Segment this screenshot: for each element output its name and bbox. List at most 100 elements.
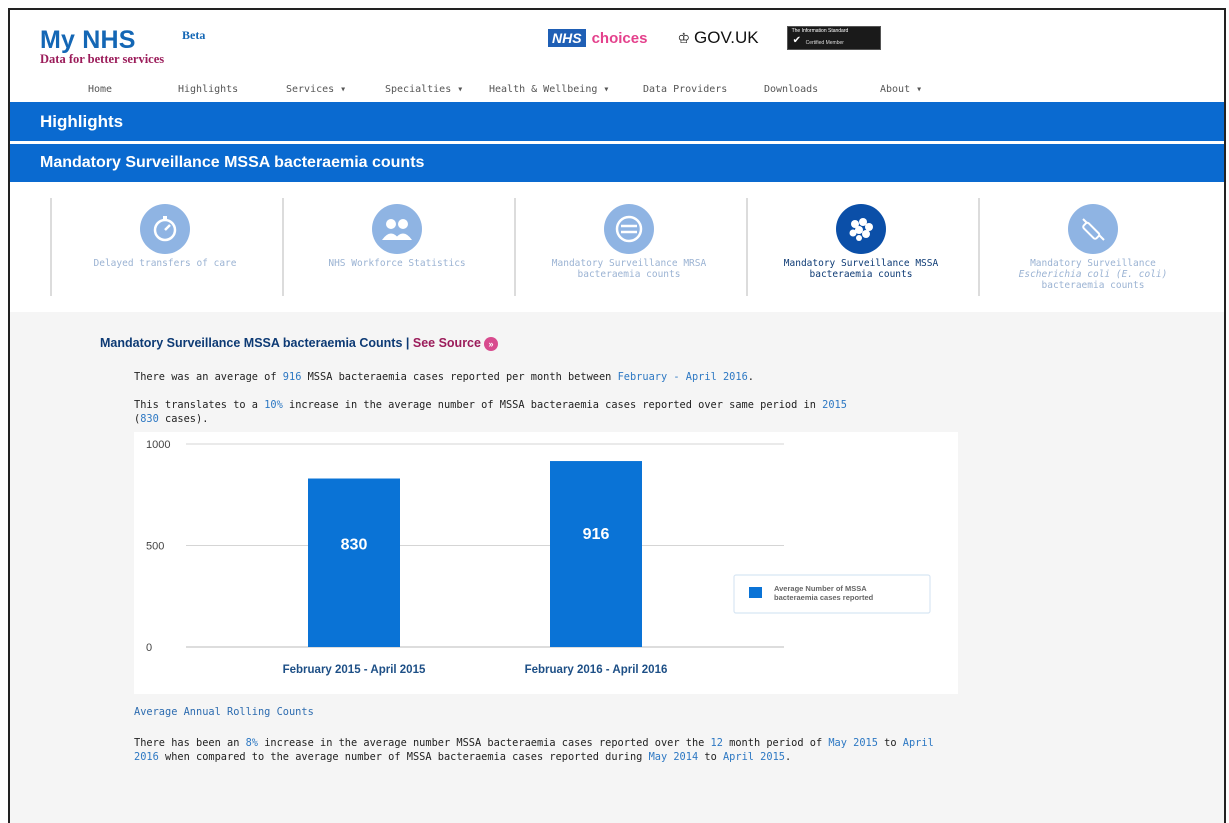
capsule-glyph [615,215,643,243]
value-percent: 10% [264,399,283,411]
govuk-label: GOV.UK [694,28,759,47]
data-label: 916 [583,526,610,543]
beta-label: Beta [182,28,206,42]
data-label: 830 [341,536,368,553]
tile-label: Mandatory Surveillance MSSA bacteraemia … [783,258,939,280]
bacteria-cluster-icon [836,204,886,254]
info-standard-text: The Information Standard [791,28,849,34]
text: increase in the average number of MSSA b… [282,399,823,411]
section-banner: Highlights [10,102,1224,141]
text: to [698,751,723,763]
syringe-glyph [1082,218,1105,241]
x-tick-label: February 2015 - April 2015 [283,664,426,676]
comparison-paragraph: This translates to a 10% increase in the… [134,398,954,426]
main-content: Mandatory Surveillance MSSA bacteraemia … [10,312,1224,823]
tile-mssa[interactable]: Mandatory Surveillance MSSA bacteraemia … [746,198,974,296]
nav-highlights[interactable]: Highlights [178,84,238,95]
page-title: Mandatory Surveillance MSSA bacteraemia … [40,154,425,171]
text: to [877,737,903,749]
nav-downloads[interactable]: Downloads [764,84,818,95]
information-standard-badge: The Information Standard ✔ Certified Mem… [786,26,881,50]
tile-label-post: bacteraemia counts [1041,280,1145,291]
stopwatch-icon [140,204,190,254]
nav-data-providers[interactable]: Data Providers [643,84,727,95]
tile-label-pre: Mandatory Surveillance [1030,258,1156,269]
rolling-paragraph: There has been an 8% increase in the ave… [134,736,954,764]
text: There has been an [134,737,246,749]
legend-swatch [749,587,762,598]
content-heading: Mandatory Surveillance MSSA bacteraemia … [100,336,498,351]
y-tick-label: 1000 [146,439,170,451]
value-average: 916 [282,371,302,383]
tile-label: Delayed transfers of care [93,258,237,269]
y-tick-label: 500 [146,541,164,553]
content-heading-text: Mandatory Surveillance MSSA bacteraemia … [100,336,403,350]
tile-label: Mandatory Surveillance Escherichia coli … [980,258,1206,291]
value-prev-start: May 2014 [648,751,699,763]
tile-nhs-workforce[interactable]: NHS Workforce Statistics [282,198,510,296]
crown-icon: ♔ [677,29,690,46]
people-glyph [382,219,412,240]
people-icon [372,204,422,254]
heading-separator: | [405,336,410,350]
text: . [747,371,754,383]
bacteria-glyph [849,218,873,241]
value-months: 12 [710,737,723,749]
browser-frame: My NHS Beta Data for better services NHS… [8,8,1226,823]
nhs-choices-logo[interactable]: choices [592,30,648,47]
text: month period of [722,737,829,749]
legend-label: bacteraemia cases reported [774,593,874,602]
bar [550,461,642,647]
page-title-banner: Mandatory Surveillance MSSA bacteraemia … [10,144,1224,182]
text: increase in the average number MSSA bact… [258,737,711,749]
checkmark-icon: ✔ [792,35,801,46]
govuk-logo[interactable]: ♔ GOV.UK [677,28,758,48]
text: when compared to the average number of M… [158,751,649,763]
partner-logos: NHS choices ♔ GOV.UK The Information Sta… [548,26,881,50]
value-prev-end: April 2015 [722,751,785,763]
summary-paragraph: There was an average of 916 MSSA bactera… [134,370,954,384]
section-heading: Highlights [40,112,124,131]
tile-ecoli[interactable]: Mandatory Surveillance Escherichia coli … [978,198,1206,296]
site-title[interactable]: My NHS [40,26,164,55]
chevron-right-icon[interactable]: » [483,336,498,351]
site-header: My NHS Beta Data for better services NHS… [10,10,1224,100]
value-start: May 2015 [828,737,878,749]
nav-services[interactable]: Services ▾ [286,84,346,95]
tile-mrsa[interactable]: Mandatory Surveillance MRSA bacteraemia … [514,198,742,296]
highlight-tiles: Delayed transfers of care NHS Workforce … [10,182,1224,312]
nav-specialties[interactable]: Specialties ▾ [385,84,463,95]
value-period: February - April 2016 [617,371,748,383]
main-nav: Home Highlights Services ▾ Specialties ▾… [10,82,1224,104]
text: This translates to a [134,399,265,411]
text: cases). [158,413,209,425]
site-subtitle: Data for better services [40,52,165,66]
syringe-icon [1068,204,1118,254]
capsule-icon [604,204,654,254]
legend-label: Average Number of MSSA [774,584,867,593]
certified-member-text: Certified Member [805,40,844,46]
stopwatch-glyph [153,216,177,242]
x-tick-label: February 2016 - April 2016 [525,664,668,676]
see-source-link[interactable]: See Source [413,336,481,350]
text: . [784,751,792,763]
rolling-counts-link[interactable]: Average Annual Rolling Counts [134,706,314,718]
text: There was an average of [134,371,283,383]
nhs-logo[interactable]: NHS [548,29,586,47]
text: MSSA bacteraemia cases reported per mont… [301,371,618,383]
bar-chart: 0 500 1000 830 February 2015 - April 2015 916… [134,432,958,694]
tile-delayed-transfers[interactable]: Delayed transfers of care [50,198,278,296]
value-prev-cases: 830 [140,413,159,425]
y-tick-label: 0 [146,642,152,654]
bar [308,478,400,647]
tile-label-italic: Escherichia coli (E. coli) [1018,269,1168,280]
site-logo[interactable]: My NHS Beta Data for better services [40,26,205,67]
nav-home[interactable]: Home [88,84,112,95]
value-year: 2015 [822,399,847,411]
tile-label: NHS Workforce Statistics [328,258,466,269]
chart-svg: 0 500 1000 830 February 2015 - April 2015 916… [146,439,931,676]
value-percent: 8% [245,737,258,749]
tile-label: Mandatory Surveillance MRSA bacteraemia … [551,258,707,280]
nav-about[interactable]: About ▾ [880,84,922,95]
nav-health-wellbeing[interactable]: Health & Wellbeing ▾ [489,84,609,95]
